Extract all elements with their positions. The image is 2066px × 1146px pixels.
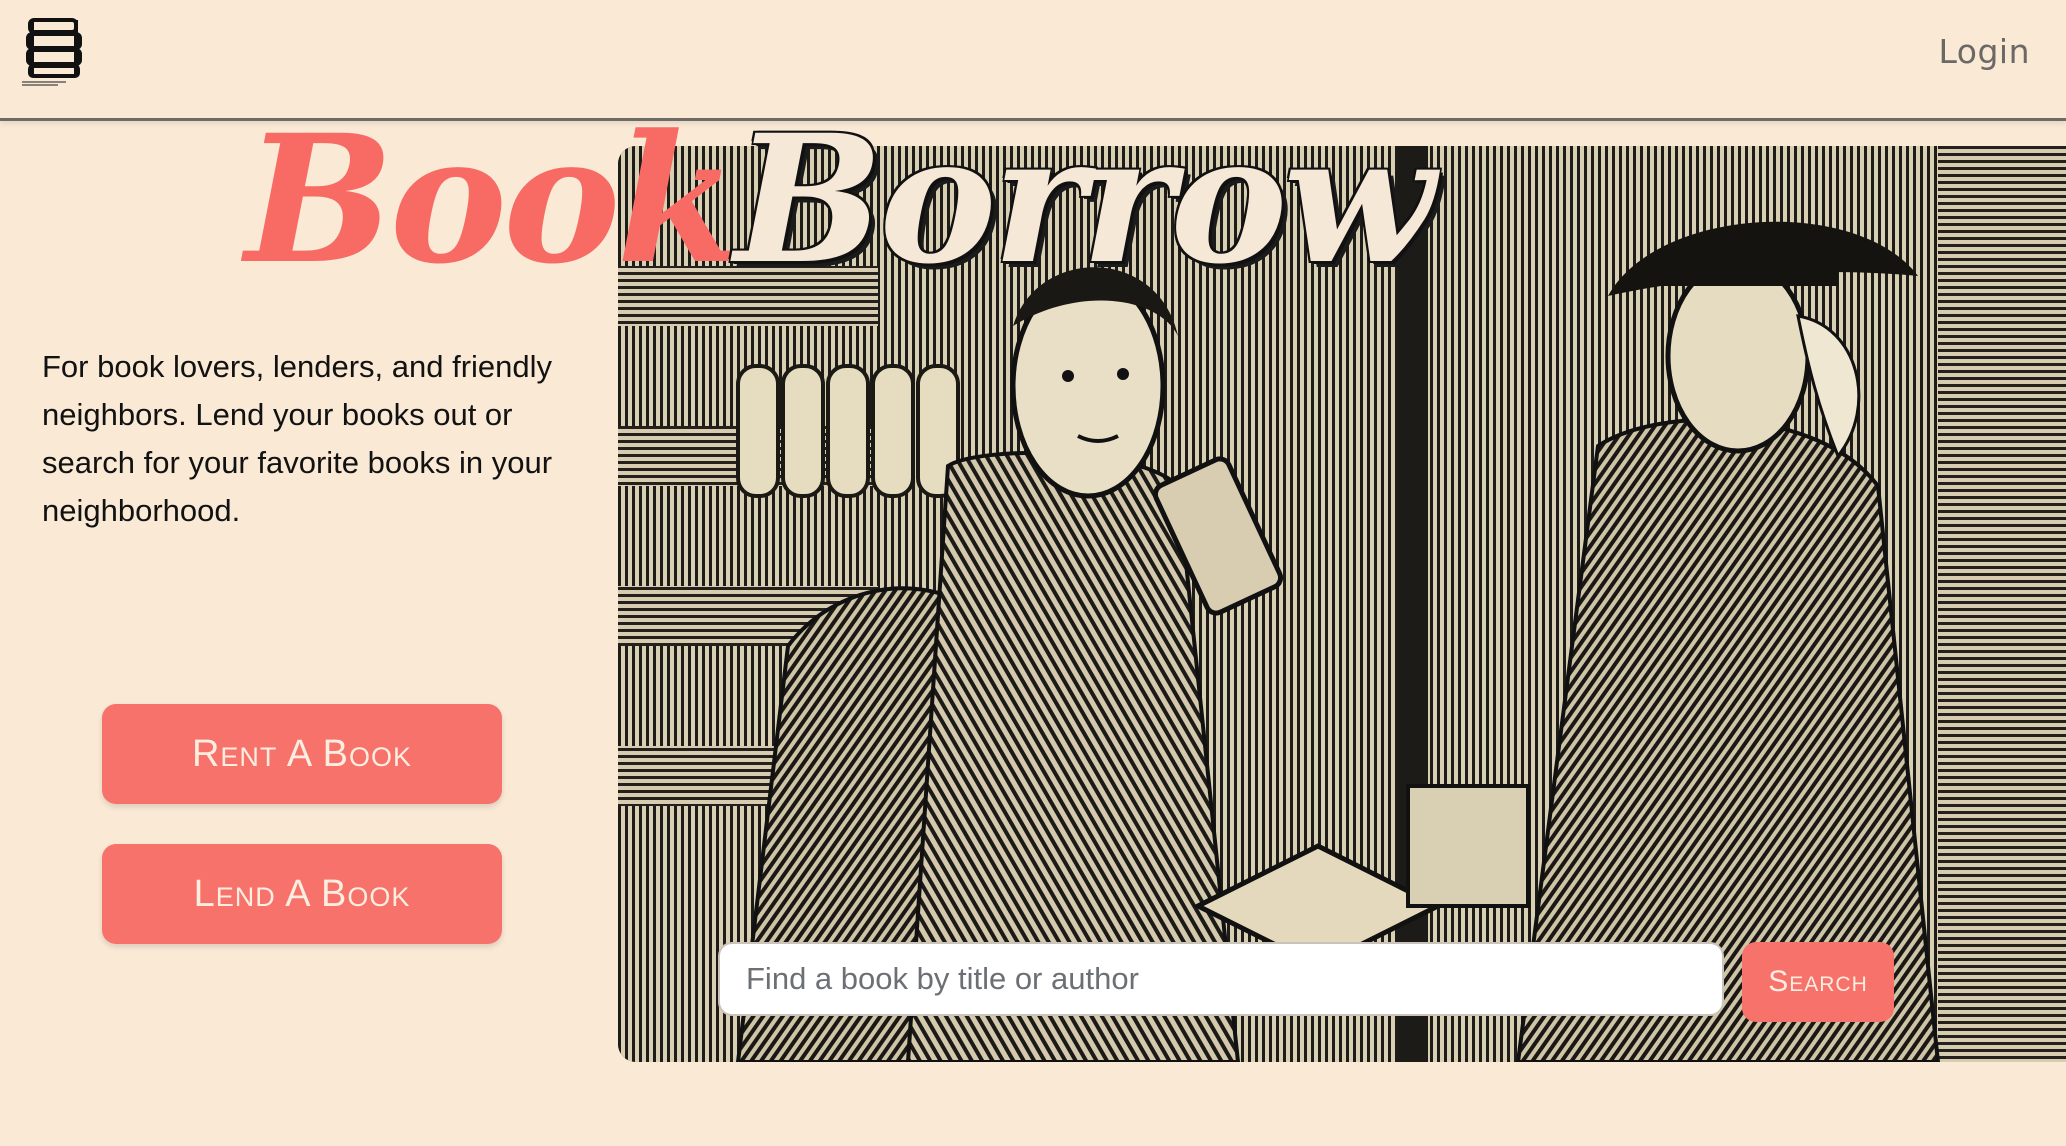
search-button[interactable]: Search	[1742, 942, 1894, 1022]
brand-title: BookBorrow	[245, 112, 1435, 288]
title-borrow-word: Borrow	[734, 96, 1434, 303]
login-link[interactable]: Login	[1938, 32, 2030, 71]
title-book-word: Book	[245, 96, 738, 303]
lend-book-button[interactable]: Lend A Book	[102, 844, 502, 944]
rent-book-button[interactable]: Rent A Book	[102, 704, 502, 804]
bookshelf-logo-icon[interactable]	[22, 16, 92, 88]
search-input[interactable]	[718, 942, 1724, 1016]
page: Login BookBorrow For book lovers, lender…	[0, 0, 2066, 1146]
hero-description: For book lovers, lenders, and friendly n…	[42, 349, 553, 528]
